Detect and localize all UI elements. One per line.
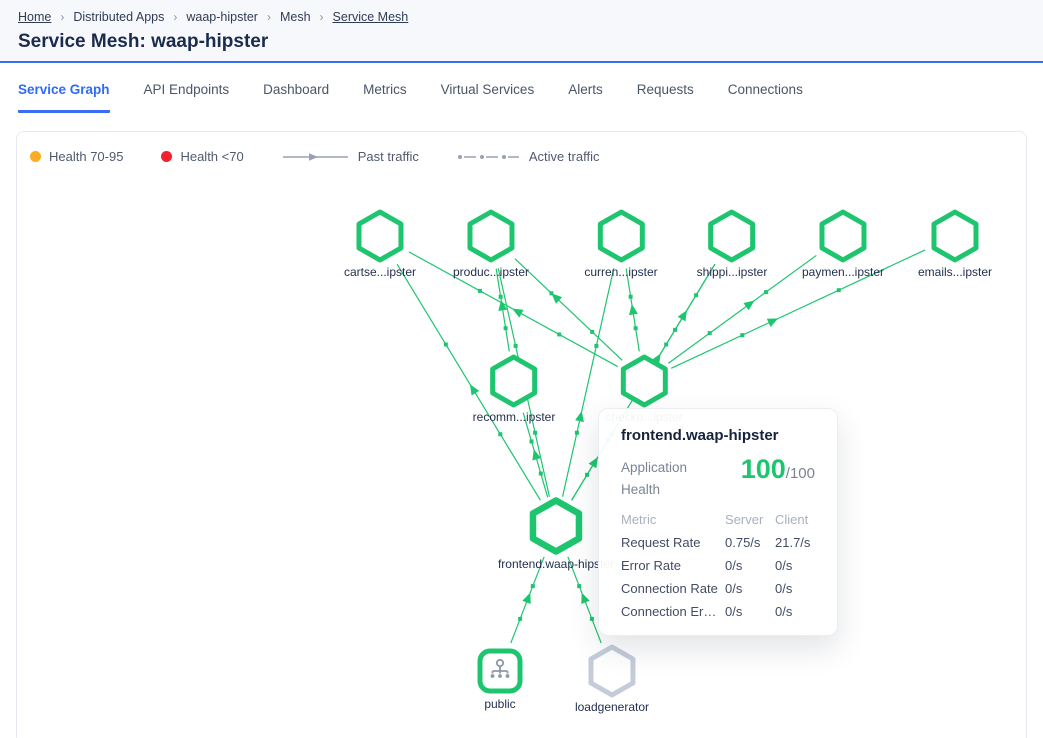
metric-row-connection-error-rate: Connection Error ... 0/s 0/s xyxy=(621,604,815,619)
tab-dashboard[interactable]: Dashboard xyxy=(263,82,329,113)
graph-node-loadgenerator[interactable]: loadgenerator xyxy=(575,644,649,714)
graph-node-shippingservice[interactable]: shippi...ipster xyxy=(697,209,768,279)
page-title: Service Mesh: waap-hipster xyxy=(18,31,1043,53)
page-header: Home › Distributed Apps › waap-hipster ›… xyxy=(0,0,1043,63)
service-hexagon-icon xyxy=(707,209,757,263)
breadcrumb-home[interactable]: Home xyxy=(18,10,51,24)
past-traffic-line-icon xyxy=(282,152,350,162)
graph-node-emailservice[interactable]: emails...ipster xyxy=(918,209,992,279)
graph-node-frontend[interactable]: frontend.waap-hipster xyxy=(498,497,614,571)
metric-client-value: 0/s xyxy=(775,581,815,596)
breadcrumb-separator: › xyxy=(60,10,64,24)
graph-node-currencyservice[interactable]: curren...ipster xyxy=(584,209,657,279)
metric-client-value: 0/s xyxy=(775,604,815,619)
legend-label: Health 70-95 xyxy=(49,149,123,164)
tab-connections[interactable]: Connections xyxy=(728,82,803,113)
tooltip-title: frontend.waap-hipster xyxy=(621,427,815,444)
tab-virtual-services[interactable]: Virtual Services xyxy=(441,82,535,113)
tab-bar: Service Graph API Endpoints Dashboard Me… xyxy=(0,65,1043,129)
legend-past-traffic: Past traffic xyxy=(282,149,419,164)
service-hexagon-icon xyxy=(930,209,980,263)
graph-node-productcatalog[interactable]: produc...ipster xyxy=(453,209,529,279)
breadcrumb-service-mesh[interactable]: Service Mesh xyxy=(333,10,409,24)
breadcrumb: Home › Distributed Apps › waap-hipster ›… xyxy=(18,10,1043,24)
legend-health-mid: Health 70-95 xyxy=(30,149,123,164)
node-label: shippi...ipster xyxy=(697,265,768,279)
node-label: loadgenerator xyxy=(575,700,649,714)
node-label: curren...ipster xyxy=(584,265,657,279)
graph-node-recommendation[interactable]: recomm...ipster xyxy=(473,354,556,424)
tab-alerts[interactable]: Alerts xyxy=(568,82,603,113)
node-label: frontend.waap-hipster xyxy=(498,557,614,571)
col-client: Client xyxy=(775,512,815,527)
metric-server-value: 0.75/s xyxy=(725,535,775,550)
breadcrumb-separator: › xyxy=(173,10,177,24)
graph-node-cartservice[interactable]: cartse...ipster xyxy=(344,209,416,279)
metrics-header-row: Metric Server Client xyxy=(621,512,815,527)
health-70-95-dot-icon xyxy=(30,151,41,162)
node-tooltip: frontend.waap-hipster Application Health… xyxy=(598,408,838,636)
metric-client-value: 0/s xyxy=(775,558,815,573)
health-score: 100 xyxy=(741,454,786,484)
node-label: produc...ipster xyxy=(453,265,529,279)
legend-health-low: Health <70 xyxy=(161,149,243,164)
breadcrumb-mesh[interactable]: Mesh xyxy=(280,10,311,24)
tab-metrics[interactable]: Metrics xyxy=(363,82,407,113)
health-max: /100 xyxy=(786,465,815,482)
metric-client-value: 21.7/s xyxy=(775,535,815,550)
col-server: Server xyxy=(725,512,775,527)
service-hexagon-icon xyxy=(818,209,868,263)
metric-row-error-rate: Error Rate 0/s 0/s xyxy=(621,558,815,573)
tab-requests[interactable]: Requests xyxy=(637,82,694,113)
legend-label: Health <70 xyxy=(180,149,243,164)
breadcrumb-waap-hipster[interactable]: waap-hipster xyxy=(186,10,258,24)
legend-label: Active traffic xyxy=(529,149,600,164)
metric-row-connection-rate: Connection Rate 0/s 0/s xyxy=(621,581,815,596)
metric-server-value: 0/s xyxy=(725,581,775,596)
service-hexagon-icon xyxy=(587,644,637,698)
metric-label: Request Rate xyxy=(621,535,725,550)
tab-api-endpoints[interactable]: API Endpoints xyxy=(144,82,230,113)
metric-label: Error Rate xyxy=(621,558,725,573)
metric-label: Connection Error ... xyxy=(621,604,725,619)
gateway-square-icon xyxy=(476,647,524,695)
node-label: emails...ipster xyxy=(918,265,992,279)
tooltip-metrics-table: Metric Server Client Request Rate 0.75/s… xyxy=(621,512,815,619)
metric-row-request-rate: Request Rate 0.75/s 21.7/s xyxy=(621,535,815,550)
metric-server-value: 0/s xyxy=(725,558,775,573)
legend-label: Past traffic xyxy=(358,149,419,164)
tab-service-graph[interactable]: Service Graph xyxy=(18,82,110,113)
service-hexagon-icon xyxy=(596,209,646,263)
active-traffic-line-icon xyxy=(457,152,521,162)
service-hexagon-icon xyxy=(529,497,583,555)
application-health-value: 100/100 xyxy=(741,454,815,485)
node-label: paymen...ipster xyxy=(802,265,884,279)
health-below-70-dot-icon xyxy=(161,151,172,162)
node-label: recomm...ipster xyxy=(473,410,556,424)
service-hexagon-icon xyxy=(619,354,669,408)
graph-node-public[interactable]: public xyxy=(476,647,524,711)
service-hexagon-icon xyxy=(466,209,516,263)
breadcrumb-separator: › xyxy=(320,10,324,24)
node-label: cartse...ipster xyxy=(344,265,416,279)
graph-legend: Health 70-95 Health <70 Past traffic Act… xyxy=(30,149,599,164)
col-metric: Metric xyxy=(621,512,725,527)
node-label: public xyxy=(484,697,515,711)
breadcrumb-distributed-apps[interactable]: Distributed Apps xyxy=(73,10,164,24)
application-health-label: Application Health xyxy=(621,457,713,500)
service-hexagon-icon xyxy=(489,354,539,408)
metric-server-value: 0/s xyxy=(725,604,775,619)
breadcrumb-separator: › xyxy=(267,10,271,24)
graph-node-paymentservice[interactable]: paymen...ipster xyxy=(802,209,884,279)
legend-active-traffic: Active traffic xyxy=(457,149,600,164)
metric-label: Connection Rate xyxy=(621,581,725,596)
service-hexagon-icon xyxy=(355,209,405,263)
